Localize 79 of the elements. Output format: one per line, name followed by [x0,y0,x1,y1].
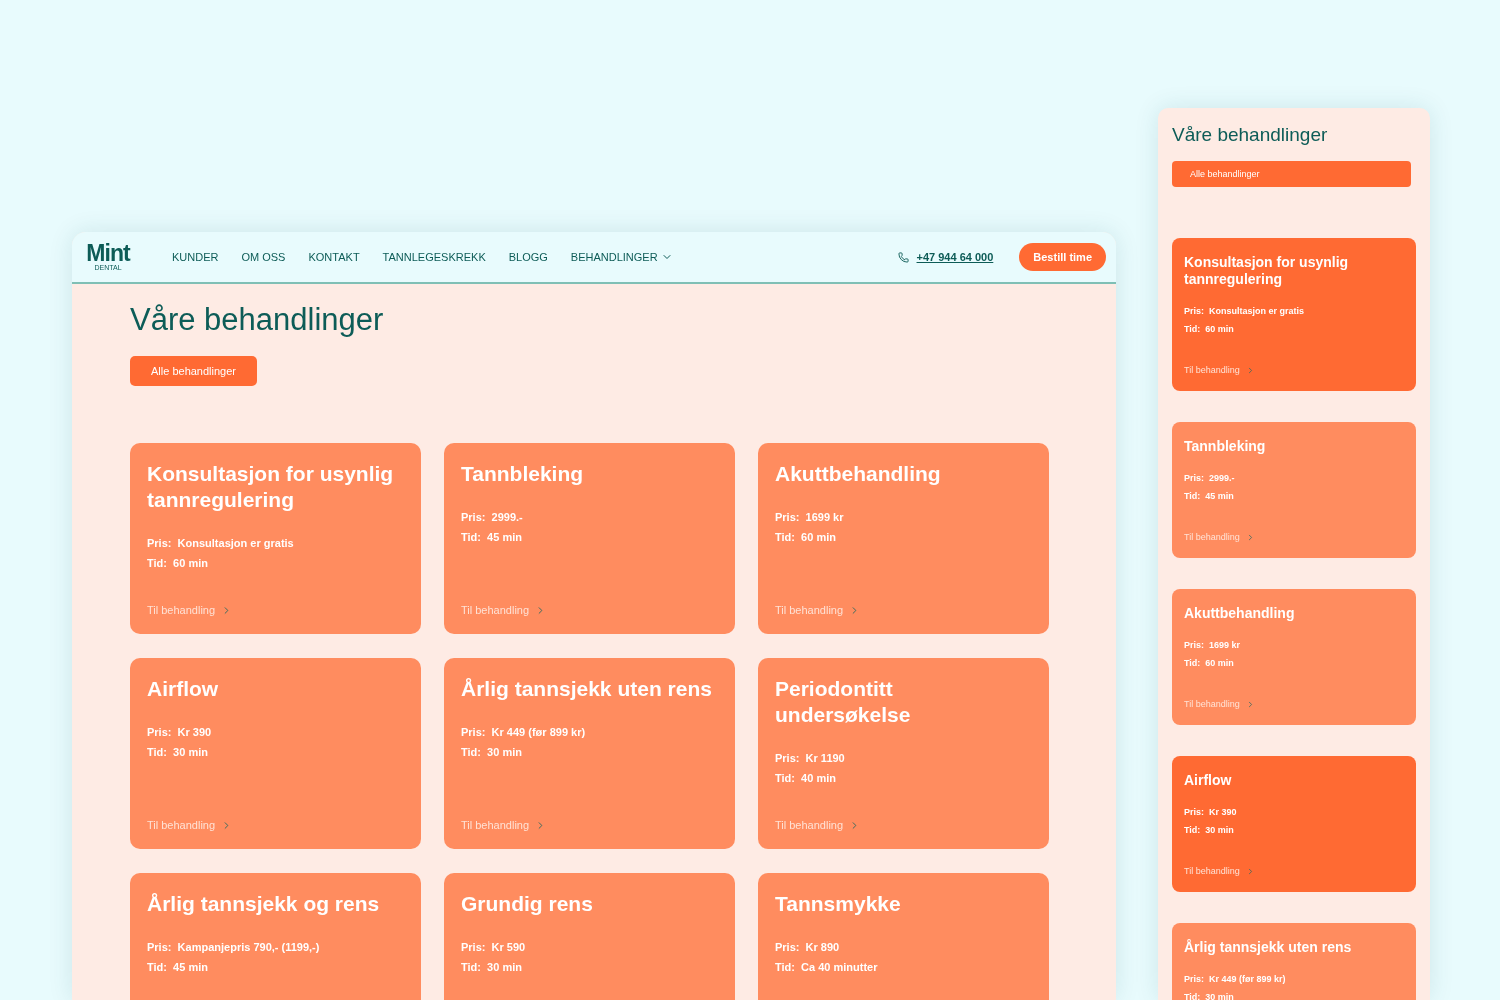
price-text: Pris: Kr 449 (før 899 kr) [461,725,587,740]
book-button[interactable]: Bestill time [1019,243,1106,271]
treatment-card[interactable]: Airflow Pris: Kr 390 Tid: 30 min Til behandling [1172,756,1416,892]
treatment-link[interactable]: Til behandling [775,819,861,831]
phone-icon [897,251,909,263]
card-title: Periodontitt undersøkelse [775,676,912,728]
time-text: Tid: 45 min [147,960,209,975]
price-text: Pris: Kr 390 [1184,806,1238,819]
filter-button[interactable]: Alle behandlinger [1172,161,1411,187]
card-title: Grundig rens [461,891,594,917]
card-title: Årlig tannsjekk og rens [147,891,381,917]
treatment-card[interactable]: Grundig rens Pris: Kr 590 Tid: 30 min [444,873,735,1000]
time-text: Tid: 45 min [1184,490,1235,503]
time-text: Tid: 40 min [775,771,837,786]
treatment-card[interactable]: Årlig tannsjekk uten rens Pris: Kr 449 (før 899 kr) Tid: 30 min Til behandling [444,658,735,849]
treatment-card[interactable]: Årlig tannsjekk og rens Pris: Kampanjepris 790,- (1199,-) Tid: 45 min [130,873,421,1000]
time-text: Tid: 60 min [1184,657,1235,670]
card-title: Årlig tannsjekk uten rens [461,676,713,702]
card-title: Akuttbehandling [1184,605,1296,622]
card-title: Konsultasjon for usynlig tannregulering [147,461,395,513]
card-title: Tannbleking [461,461,585,487]
time-text: Tid: 60 min [775,530,837,545]
treatment-link[interactable]: Til behandling [461,604,547,616]
price-text: Pris: Kr 890 [775,940,841,955]
nav-link[interactable]: KONTAKT [308,251,360,263]
treatment-card[interactable]: Tannsmykke Pris: Kr 890 Tid: Ca 40 minutter [758,873,1049,1000]
price-text: Pris: Kr 590 [461,940,527,955]
price-text: Pris: 1699 kr [1184,639,1242,652]
treatment-link[interactable]: Til behandling [147,604,233,616]
card-title: Airflow [1184,772,1233,789]
card-title: Konsultasjon for usynlig tannregulering [1184,254,1350,288]
time-text: Tid: 30 min [461,745,523,760]
card-title: Tannsmykke [775,891,902,917]
price-text: Pris: Konsultasjon er gratis [147,536,295,551]
nav-link[interactable]: TANNLEGESKREKK [382,251,486,263]
price-text: Pris: 1699 kr [775,510,845,525]
treatment-card[interactable]: Konsultasjon for usynlig tannregulering Pris: Konsultasjon er gratis Tid: 60 min Til behandling [130,443,421,634]
time-text: Tid: 30 min [461,960,523,975]
time-text: Tid: Ca 40 minutter [775,960,879,975]
treatment-link[interactable]: Til behandling [1184,532,1255,542]
phone-link[interactable]: +47 944 64 000 [916,251,994,263]
time-text: Tid: 30 min [1184,991,1235,1000]
time-text: Tid: 60 min [147,556,209,571]
time-text: Tid: 45 min [461,530,523,545]
nav-link[interactable]: KUNDER [172,251,219,263]
treatment-card[interactable]: Årlig tannsjekk uten rens Pris: Kr 449 (før 899 kr) Tid: 30 min [1172,923,1416,1000]
page-title: Våre behandlinger [1172,123,1329,147]
nav-link[interactable]: BEHANDLINGER [570,251,673,263]
treatment-card[interactable]: Tannbleking Pris: 2999.- Tid: 45 min Til behandling [1172,422,1416,558]
filter-button[interactable]: Alle behandlinger [130,356,257,386]
treatment-card[interactable]: Akuttbehandling Pris: 1699 kr Tid: 60 min Til behandling [758,443,1049,634]
price-text: Pris: Kr 1190 [775,751,846,766]
treatment-link[interactable]: Til behandling [461,819,547,831]
card-title: Tannbleking [1184,438,1267,455]
time-text: Tid: 30 min [1184,824,1235,837]
time-text: Tid: 60 min [1184,323,1235,336]
treatment-card[interactable]: Periodontitt undersøkelse Pris: Kr 1190 Tid: 40 min Til behandling [758,658,1049,849]
nav-link[interactable]: OM OSS [241,251,286,263]
page-title: Våre behandlinger [130,301,385,339]
treatment-link[interactable]: Til behandling [1184,699,1255,709]
price-text: Pris: Konsultasjon er gratis [1184,305,1306,318]
price-text: Pris: 2999.- [1184,472,1236,485]
treatment-link[interactable]: Til behandling [147,819,233,831]
card-title: Årlig tannsjekk uten rens [1184,939,1353,956]
treatment-link[interactable]: Til behandling [775,604,861,616]
treatment-card[interactable]: Airflow Pris: Kr 390 Tid: 30 min Til behandling [130,658,421,849]
card-title: Akuttbehandling [775,461,942,487]
card-title: Airflow [147,676,220,702]
price-text: Pris: 2999.- [461,510,524,525]
treatment-card[interactable]: Akuttbehandling Pris: 1699 kr Tid: 60 min Til behandling [1172,589,1416,725]
price-text: Pris: Kr 449 (før 899 kr) [1184,973,1287,986]
price-text: Pris: Kampanjepris 790,- (1199,-) [147,940,321,955]
treatment-link[interactable]: Til behandling [1184,866,1255,876]
nav-link[interactable]: BLOGG [508,251,548,263]
treatment-card[interactable]: Tannbleking Pris: 2999.- Tid: 45 min Til behandling [444,443,735,634]
treatment-card[interactable]: Konsultasjon for usynlig tannregulering Pris: Konsultasjon er gratis Tid: 60 min Til behandling [1172,238,1416,391]
price-text: Pris: Kr 390 [147,725,213,740]
treatment-link[interactable]: Til behandling [1184,365,1255,375]
time-text: Tid: 30 min [147,745,209,760]
